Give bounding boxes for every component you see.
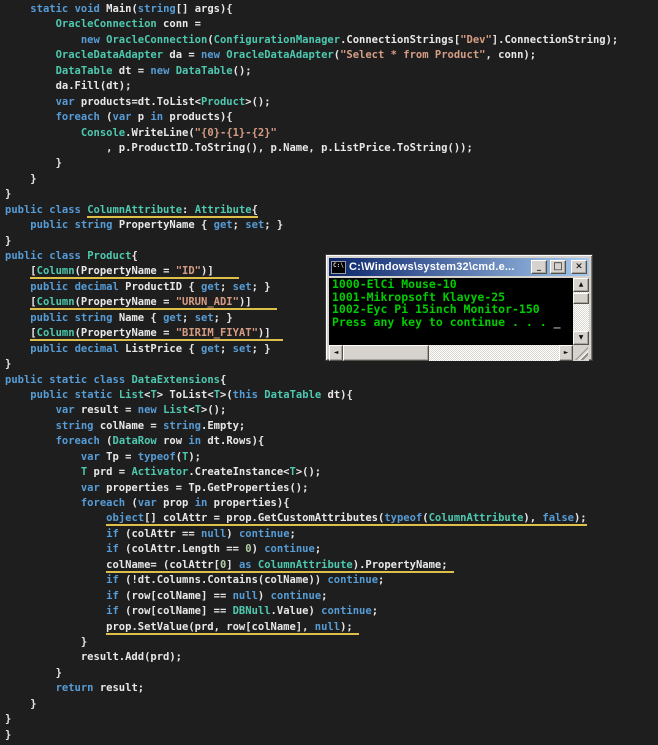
title-bar[interactable]: C:\ C:\Windows\system32\cmd.e... _ □ ✕ [329, 258, 589, 276]
code-line: } [5, 157, 62, 170]
code-line: } [5, 713, 12, 726]
console-line: 1000-ElCi Mouse-10 [332, 278, 457, 291]
code-line: if (row[colName] == null) continue; [106, 589, 328, 602]
vertical-scrollbar-thumb[interactable] [573, 293, 589, 304]
vertical-scrollbar-track[interactable] [573, 304, 589, 331]
console-output[interactable]: 1000-ElCi Mouse-10 1001-Mikropsoft Klavye… [329, 278, 573, 345]
close-button[interactable]: ✕ [571, 260, 587, 274]
code-lines: static void Main(string[] args){ OracleC… [0, 0, 658, 743]
resize-grip-icon[interactable] [575, 347, 588, 360]
code-line: } [5, 728, 12, 741]
code-line: return result; [55, 682, 145, 695]
code-line: if (row[colName] == DBNull.Value) contin… [106, 605, 379, 618]
code-line: var properties = Tp.GetProperties(); [80, 481, 309, 494]
scrollbar-corner [573, 345, 589, 361]
code-line: , p.ProductID.ToString(), p.Name, p.List… [5, 141, 473, 154]
code-line: public class ColumnAttribute: Attribute{ [5, 203, 258, 218]
code-line: public string PropertyName { get; set; } [30, 219, 284, 232]
code-line: public static List<T> ToList<T>(this Dat… [30, 388, 353, 401]
scroll-left-icon[interactable]: ◄ [329, 345, 343, 361]
code-line: da.Fill(dt); [5, 80, 132, 93]
scroll-up-icon[interactable]: ▲ [573, 278, 589, 292]
code-line: } [5, 666, 62, 679]
code-line: object[] colAttr = prop.GetCustomAttribu… [106, 512, 587, 527]
code-line: Console.WriteLine("{0}-{1}-{2}" [80, 126, 277, 139]
cmd-icon: C:\ [331, 260, 346, 274]
console-line: Press any key to continue . . . _ [332, 315, 561, 330]
code-editor[interactable]: static void Main(string[] args){ OracleC… [0, 0, 658, 745]
code-line: foreach (var prop in properties){ [80, 497, 290, 509]
maximize-button[interactable]: □ [550, 260, 566, 274]
code-line: result.Add(prd); [5, 651, 183, 664]
code-line: public static class DataExtensions{ [5, 373, 227, 386]
code-line: foreach (var p in products){ [55, 111, 233, 124]
code-line: } [5, 234, 12, 247]
code-line: foreach (DataRow row in dt.Rows){ [55, 435, 265, 448]
code-line: if (!dt.Columns.Contains(colName)) conti… [106, 574, 385, 587]
screenshot-root: { "editor": { "background": "#1e1e1e", "… [0, 0, 658, 745]
code-line: T prd = Activator.CreateInstance<T>(); [80, 466, 322, 479]
code-line: string colName = string.Empty; [55, 419, 246, 432]
code-line: } [5, 635, 88, 648]
code-line: static void Main(string[] args){ [30, 3, 233, 15]
scroll-down-icon[interactable]: ▼ [573, 331, 589, 345]
code-line: prop.SetValue(prd, row[colName], null); [106, 620, 360, 635]
code-line: } [5, 188, 12, 201]
code-line: colName= (colAttr[0] as ColumnAttribute)… [106, 558, 454, 573]
code-line: if (colAttr.Length == 0) continue; [106, 543, 322, 556]
code-line: OracleConnection conn = [55, 18, 201, 31]
code-line: var Tp = typeof(T); [80, 450, 202, 463]
minimize-button[interactable]: _ [531, 260, 547, 274]
cmd-client-area: 1000-ElCi Mouse-10 1001-Mikropsoft Klavye… [329, 278, 589, 361]
scroll-right-icon[interactable]: ► [559, 345, 573, 361]
code-line: var products=dt.ToList<Product>(); [55, 95, 271, 108]
code-line: } [5, 172, 37, 185]
code-line: OracleDataAdapter da = new OracleDataAda… [55, 49, 537, 62]
cmd-window: C:\ C:\Windows\system32\cmd.e... _ □ ✕ 1… [325, 254, 593, 361]
code-line: new OracleConnection(ConfigurationManage… [80, 33, 619, 46]
code-line: } [5, 697, 37, 710]
horizontal-scrollbar-track[interactable] [429, 345, 559, 361]
code-line: if (colAttr == null) continue; [106, 527, 296, 540]
code-line: var result = new List<T>(); [55, 404, 227, 417]
vertical-scrollbar[interactable]: ▲ ▼ [573, 278, 589, 345]
horizontal-scrollbar[interactable]: ◄ ► [329, 345, 573, 361]
console-cursor: _ [553, 315, 561, 330]
code-line: DataTable dt = new DataTable(); [55, 64, 252, 77]
horizontal-scrollbar-thumb[interactable] [343, 345, 429, 361]
window-title: C:\Windows\system32\cmd.e... [349, 261, 515, 273]
